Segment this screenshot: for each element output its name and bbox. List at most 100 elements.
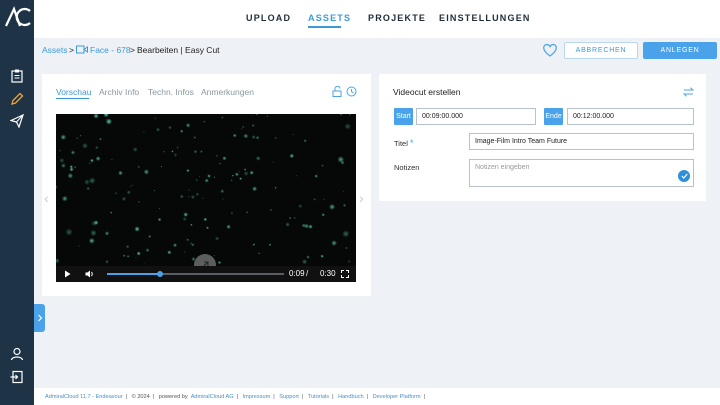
video-player[interactable]: 0:09 / 0:30 xyxy=(56,114,356,282)
fullscreen-icon[interactable] xyxy=(341,270,349,278)
title-input[interactable]: Image-Film Intro Team Future xyxy=(469,133,694,150)
bokeh-particle xyxy=(65,228,73,236)
top-navigation: UPLOAD ASSETS PROJEKTE EINSTELLUNGEN xyxy=(34,0,720,38)
footer-version[interactable]: AdmiralCloud 11.7 - Endeavour xyxy=(45,394,123,400)
bokeh-particle xyxy=(243,133,249,139)
check-icon[interactable] xyxy=(678,170,690,182)
bokeh-particle xyxy=(348,114,351,116)
notes-textarea[interactable]: Notizen eingeben xyxy=(469,159,694,187)
progress-track[interactable] xyxy=(107,271,284,277)
cancel-button[interactable]: ABBRECHEN xyxy=(564,42,638,59)
bokeh-particle xyxy=(232,133,237,138)
start-time-input[interactable]: 00:09:00.000 xyxy=(416,108,536,125)
tab-anmerkungen[interactable]: Anmerkungen xyxy=(201,87,254,97)
bokeh-particle xyxy=(188,189,190,191)
footer-link-developer-platform[interactable]: Developer Platform xyxy=(373,394,421,400)
bokeh-particle xyxy=(243,168,247,171)
bokeh-particle xyxy=(78,245,80,248)
bokeh-particle xyxy=(339,114,343,116)
bokeh-particle xyxy=(221,116,224,119)
footer-link-handbuch[interactable]: Handbuch xyxy=(338,394,364,400)
nav-upload[interactable]: UPLOAD xyxy=(246,13,291,23)
breadcrumb-face[interactable]: Face - 678 xyxy=(90,45,131,55)
bokeh-particle xyxy=(143,263,145,265)
nav-projekte[interactable]: PROJEKTE xyxy=(368,13,426,23)
tab-active-indicator xyxy=(56,98,89,99)
footer-link-tutorials[interactable]: Tutorials xyxy=(308,394,329,400)
progress-handle[interactable] xyxy=(157,271,164,277)
bokeh-particle xyxy=(167,250,172,255)
tab-techn-infos[interactable]: Techn. Infos xyxy=(148,87,194,97)
play-icon[interactable] xyxy=(64,270,71,278)
bokeh-particle xyxy=(79,134,82,137)
bokeh-particle xyxy=(145,248,150,253)
swap-icon[interactable] xyxy=(683,87,694,97)
bokeh-particle xyxy=(251,135,256,140)
bokeh-particle xyxy=(183,251,186,254)
footer-company[interactable]: AdmiralCloud AG xyxy=(191,394,234,400)
bokeh-particle xyxy=(293,217,296,219)
footer-separator: | xyxy=(332,394,334,400)
bokeh-particle xyxy=(304,223,310,229)
heart-icon[interactable] xyxy=(542,42,558,58)
chevron-right-icon xyxy=(37,314,42,322)
footer-link-support[interactable]: Support xyxy=(279,394,299,400)
bokeh-particle xyxy=(163,150,166,153)
notes-label: Notizen xyxy=(394,163,420,172)
bokeh-particle xyxy=(266,115,269,118)
breadcrumb-separator: > xyxy=(69,45,74,55)
bokeh-particle xyxy=(129,185,132,188)
nav-assets[interactable]: ASSETS xyxy=(308,13,351,23)
bokeh-particle xyxy=(186,169,190,173)
bokeh-particle xyxy=(269,208,273,212)
footer-separator: | xyxy=(423,394,425,400)
bokeh-particle xyxy=(252,186,258,192)
breadcrumb-assets[interactable]: Assets xyxy=(42,45,68,55)
footer-separator: | xyxy=(236,394,239,400)
nav-einstellungen[interactable]: EINSTELLUNGEN xyxy=(439,13,531,23)
clipboard-icon[interactable] xyxy=(9,68,25,84)
bokeh-particle xyxy=(158,207,161,210)
footer-copyright: © 2024 xyxy=(131,394,150,400)
bokeh-particle xyxy=(86,186,90,191)
expand-panel-tab[interactable] xyxy=(34,304,45,332)
end-time-input[interactable]: 00:12:00.000 xyxy=(567,108,694,125)
bokeh-particle xyxy=(219,162,222,165)
bokeh-particle xyxy=(200,150,203,153)
bokeh-particle xyxy=(347,260,351,263)
previous-arrow-icon[interactable]: ‹ xyxy=(44,190,49,206)
user-icon[interactable] xyxy=(9,346,25,362)
bokeh-particle xyxy=(220,189,225,194)
bokeh-particle xyxy=(272,161,275,163)
bokeh-particle xyxy=(88,237,95,244)
footer-link-impressum[interactable]: Impressum xyxy=(243,394,271,400)
bokeh-particle xyxy=(143,131,145,134)
bokeh-particle xyxy=(238,170,240,173)
bokeh-particle xyxy=(143,169,150,175)
bokeh-particle xyxy=(179,194,184,199)
bokeh-particle xyxy=(226,224,231,230)
bokeh-particle xyxy=(59,157,65,164)
bokeh-particle xyxy=(203,120,206,123)
clock-icon[interactable] xyxy=(346,86,357,97)
bokeh-particle xyxy=(134,226,140,232)
logout-icon[interactable] xyxy=(9,369,25,385)
bokeh-particle xyxy=(215,154,219,158)
bokeh-particle xyxy=(93,114,99,119)
bokeh-particle xyxy=(268,243,272,247)
bokeh-particle xyxy=(95,156,101,162)
bokeh-particle xyxy=(138,200,140,203)
create-button[interactable]: ANLEGEN xyxy=(643,42,717,59)
bokeh-particle xyxy=(190,223,193,226)
breadcrumb-separator: > xyxy=(130,45,135,55)
pencil-icon[interactable] xyxy=(9,91,25,107)
bokeh-particle xyxy=(67,173,74,179)
logo[interactable] xyxy=(4,6,31,28)
tab-archiv-info[interactable]: Archiv Info xyxy=(99,87,139,97)
volume-icon[interactable] xyxy=(85,270,95,278)
bokeh-particle xyxy=(153,189,156,192)
unlock-icon[interactable] xyxy=(332,86,343,97)
tab-vorschau[interactable]: Vorschau xyxy=(56,87,91,97)
send-icon[interactable] xyxy=(9,113,25,129)
next-arrow-icon[interactable]: › xyxy=(359,190,364,206)
